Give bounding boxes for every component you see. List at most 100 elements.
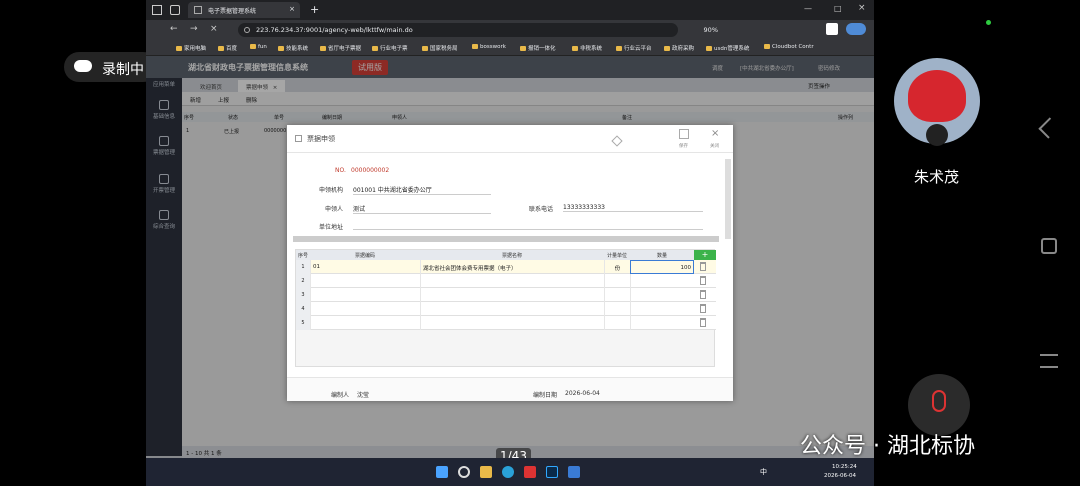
vertical-scrollbar[interactable] <box>725 159 731 239</box>
no-label: NO. <box>335 167 346 174</box>
bookmark-item[interactable]: 家用电脑 <box>176 44 206 52</box>
window-menu-icon[interactable] <box>152 5 162 15</box>
maximize-icon[interactable]: □ <box>834 4 842 13</box>
laptop-screen: 电子票据管理系统 × + — □ × ← → × 223.76.234.37:9… <box>146 0 874 486</box>
new-tab-icon[interactable]: + <box>310 3 319 16</box>
table-row[interactable]: 1 01 湖北省社会团体会费专用票据（电子） 份 100 <box>296 260 716 274</box>
phone-label: 联系电话 <box>529 206 554 213</box>
table-row[interactable]: 3 <box>296 288 716 302</box>
back-icon[interactable] <box>1038 117 1060 139</box>
windows-taskbar: 中 10:25:24 2026-06-04 <box>146 458 874 486</box>
wps-icon[interactable] <box>524 466 536 478</box>
extension-icon[interactable] <box>826 23 838 35</box>
dialog-title: 票据申领 <box>307 135 335 143</box>
zoom-level[interactable]: 90% <box>704 26 718 34</box>
status-dot <box>986 20 991 25</box>
bookmark-item[interactable]: bosswork <box>472 44 506 50</box>
address-label: 单位地址 <box>319 224 344 231</box>
folder-icon[interactable] <box>480 466 492 478</box>
bookmark-item[interactable]: 百度 <box>218 44 237 52</box>
bookmark-item[interactable]: Cloudbot Contr <box>764 44 814 50</box>
forward-arrow-icon[interactable]: → <box>190 24 198 34</box>
back-arrow-icon[interactable]: ← <box>170 24 178 34</box>
table-row[interactable]: 2 <box>296 274 716 288</box>
save-icon <box>679 129 689 139</box>
bookmark-item[interactable]: 行业云平台 <box>616 44 652 52</box>
browser-tabbar: 电子票据管理系统 × + — □ × <box>146 0 874 20</box>
qty-cell[interactable]: 100 <box>630 260 694 274</box>
bookmark-item[interactable]: 政府采购 <box>664 44 694 52</box>
tab-actions-icon[interactable] <box>170 5 180 15</box>
trash-icon[interactable] <box>700 290 706 299</box>
tab-main[interactable]: 电子票据管理系统 × <box>188 2 300 18</box>
table-row[interactable]: 4 <box>296 302 716 316</box>
ime-indicator[interactable]: 中 <box>760 467 767 477</box>
date-label: 编制日期 <box>533 392 558 399</box>
bookmark-item[interactable]: usdn管理系统 <box>706 44 749 52</box>
bookmarks-bar: 家用电脑 百度 fun 技能系统 省厅电子票据 行业电子票 国家税务局 boss… <box>146 40 874 56</box>
menu-icon[interactable] <box>1040 354 1058 368</box>
add-row-button[interactable]: + <box>694 250 716 260</box>
move-icon[interactable] <box>611 135 623 147</box>
maker-label: 编制人 <box>331 392 350 399</box>
bookmark-item[interactable]: fun <box>250 44 267 50</box>
items-table: 序号 票据编码 票据名称 计量单位 数量 + 1 01 湖北省社会团体会费专用票… <box>295 249 716 367</box>
bookmark-item[interactable]: 非税系统 <box>572 44 602 52</box>
url-input[interactable]: 223.76.234.37:9001/agency-web/lkttfw/mai… <box>238 23 718 37</box>
heart-icon <box>908 70 966 122</box>
avatar[interactable] <box>894 58 980 146</box>
window-close-icon[interactable]: × <box>858 3 866 13</box>
edge-icon[interactable] <box>502 466 514 478</box>
checkbox-icon <box>295 135 302 142</box>
close-button[interactable]: 关闭 <box>710 143 719 149</box>
bookmark-item[interactable]: 国家税务局 <box>422 44 458 52</box>
photos-icon[interactable] <box>568 466 580 478</box>
bookmark-item[interactable]: 报销一体化 <box>520 44 556 52</box>
tab-title: 电子票据管理系统 <box>208 8 257 15</box>
org-label: 申领机构 <box>319 187 344 194</box>
start-icon[interactable] <box>436 466 448 478</box>
org-select[interactable]: 001001 中共湖北省委办公厅 <box>353 185 491 195</box>
clock-time: 10:25:24 <box>832 464 857 470</box>
home-icon[interactable] <box>1041 238 1057 254</box>
trash-icon[interactable] <box>700 262 706 271</box>
unit-cell: 份 <box>604 260 630 274</box>
no-value: 0000000002 <box>351 167 390 174</box>
maker-value: 沈莹 <box>357 392 370 399</box>
phone-left-bezel: 录制中 <box>0 0 158 486</box>
dialog-footer: 编制人 沈莹 编制日期 2026-06-04 <box>287 377 733 401</box>
user-name: 朱术茂 <box>914 168 960 186</box>
stop-icon[interactable]: × <box>210 24 218 34</box>
trash-icon[interactable] <box>700 318 706 327</box>
record-label: 录制中 <box>102 62 144 78</box>
trash-icon[interactable] <box>700 276 706 285</box>
dialog-header: 票据申领 保存 × 关闭 <box>287 125 733 153</box>
info-icon <box>244 27 250 33</box>
record-pill[interactable]: 录制中 <box>64 52 158 82</box>
browser-addressbar: ← → × 223.76.234.37:9001/agency-web/lktt… <box>146 20 874 40</box>
bookmark-item[interactable]: 省厅电子票据 <box>320 44 361 52</box>
mic-muted-icon <box>932 390 946 412</box>
bookmark-item[interactable]: 行业电子票 <box>372 44 408 52</box>
horizontal-scrollbar[interactable] <box>293 236 719 242</box>
page-favicon <box>194 6 202 14</box>
trash-icon[interactable] <box>700 304 706 313</box>
minimize-icon[interactable]: — <box>804 4 812 13</box>
mute-mic-button[interactable] <box>908 374 970 436</box>
bookmark-item[interactable]: 技能系统 <box>278 44 308 52</box>
address-input[interactable] <box>353 222 703 230</box>
search-icon[interactable] <box>458 466 470 478</box>
bill-apply-dialog: 票据申领 保存 × 关闭 NO. 0000000002 申领机构 001001 … <box>287 125 733 401</box>
date-value: 2026-06-04 <box>565 390 600 397</box>
save-button[interactable]: 保存 <box>679 143 688 149</box>
close-icon: × <box>711 128 720 139</box>
wechat-watermark: 公众号 · 湖北标协 <box>800 434 975 459</box>
clock-date: 2026-06-04 <box>824 473 856 479</box>
tab-close-icon[interactable]: × <box>289 5 295 13</box>
code-cell[interactable]: 01 <box>310 260 420 274</box>
phone-input[interactable]: 13333333333 <box>563 204 703 212</box>
table-row[interactable]: 5 <box>296 316 716 330</box>
applicant-input[interactable]: 测试 <box>353 204 491 214</box>
profile-icon[interactable] <box>846 23 866 35</box>
ps-icon[interactable] <box>546 466 558 478</box>
